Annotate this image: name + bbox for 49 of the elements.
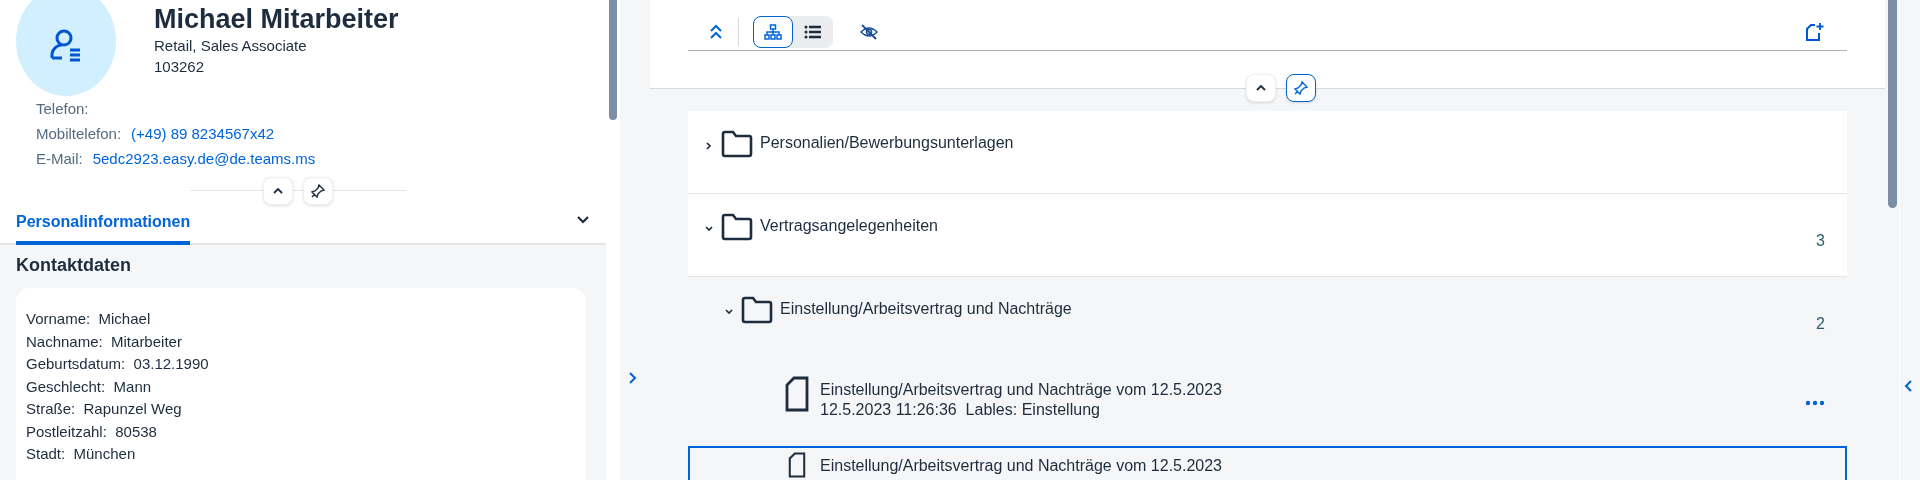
hierarchy-icon [764, 24, 782, 40]
field-text: Straße: Rapunzel Weg [26, 399, 183, 419]
hide-icon[interactable] [859, 24, 879, 40]
folder-icon [720, 129, 754, 159]
add-document-icon[interactable] [1805, 22, 1825, 42]
field-text: Geburtsdatum: 03.12.1990 [26, 354, 210, 374]
item-count: 2 [1816, 315, 1825, 333]
chevron-down-icon[interactable] [704, 224, 714, 234]
list-icon [804, 24, 822, 40]
folder-icon [720, 212, 754, 242]
chevron-left-icon[interactable] [1903, 379, 1913, 393]
item-title: Einstellung/Arbeitsvertrag und Nachträge [780, 299, 1073, 319]
folder-icon [740, 295, 774, 325]
contact-label: Mobiltelefon: [36, 124, 122, 144]
section-title: Kontaktdaten [16, 255, 132, 276]
tree-row[interactable]: Einstellung/Arbeitsvertrag und Nachträge vom 12.5.2023 [688, 446, 1847, 480]
document-icon [784, 376, 810, 412]
tree-row[interactable]: Personalien/Bewerbungsunterlagen [688, 111, 1847, 194]
field-text: Geschlecht: Mann [26, 376, 153, 397]
employee-detail: Retail, Sales Associate [154, 36, 308, 56]
field-text: Postleitzahl: 80538 [26, 421, 158, 442]
item-title: Personalien/Bewerbungsunterlagen [760, 133, 1015, 153]
scrollbar-thumb[interactable] [1888, 0, 1897, 208]
item-title: Einstellung/Arbeitsvertrag und Nachträge vom 12.5.2023 [820, 380, 1223, 400]
contact-link[interactable]: 5edc2923.easy.de@de.teams.ms [92, 146, 316, 171]
collapse-header-button[interactable] [263, 177, 293, 205]
item-meta: 12.5.2023 11:26:36 Lables: Einstellung [820, 400, 1101, 420]
collapse-all-icon[interactable] [708, 23, 724, 41]
field-text: Vorname: Michael [26, 309, 152, 329]
item-title: Einstellung/Arbeitsvertrag und Nachträge vom 12.5.2023 [820, 456, 1223, 476]
field-text: Stadt: München [26, 444, 137, 464]
employee-detail: 103262 [154, 57, 206, 77]
contact-label: E-Mail: [36, 149, 83, 169]
employee-name: Michael Mitarbeiter [154, 3, 399, 35]
hierarchy-view-button[interactable] [753, 16, 793, 48]
scrollbar-thumb[interactable] [609, 0, 617, 120]
pin-icon [311, 184, 325, 198]
collapse-header-button[interactable] [1246, 74, 1276, 102]
field-text: Nachname: Mitarbeiter [26, 331, 183, 352]
tree-row[interactable]: Vertragsangelegenheiten 3 [688, 194, 1847, 277]
chevron-down-icon[interactable] [576, 215, 590, 225]
contact-label: Telefon: [36, 99, 89, 119]
more-icon[interactable] [1805, 400, 1825, 406]
pin-icon [1294, 81, 1308, 95]
contact-link[interactable]: (+49) 89 8234567x42 [131, 121, 275, 146]
item-title: Vertragsangelegenheiten [760, 216, 939, 236]
item-count: 3 [1816, 232, 1825, 250]
chevron-right-icon[interactable] [704, 141, 714, 151]
chevron-down-icon[interactable] [724, 307, 734, 317]
